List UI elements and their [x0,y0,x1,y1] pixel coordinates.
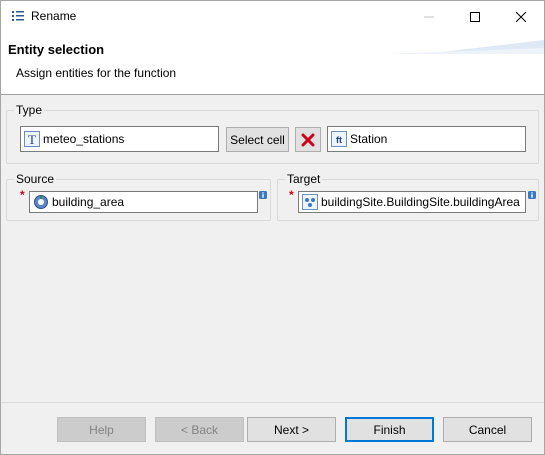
next-button[interactable]: Next > [247,417,336,442]
feature-type-icon: ft [331,131,347,147]
target-property-value: buildingSite.BuildingSite.buildingArea [321,195,520,209]
source-property-field[interactable]: building_area [29,191,258,213]
delete-icon [301,133,315,146]
rename-dialog: Rename Entity selection Assign entities … [0,0,545,455]
target-property-field[interactable]: buildingSite.BuildingSite.buildingArea [298,191,526,213]
svg-text:ft: ft [336,135,342,145]
target-required-marker: * [289,188,294,202]
source-property-value: building_area [52,195,125,209]
source-type-field[interactable]: T meteo_stations [20,126,219,152]
target-info-icon[interactable] [528,191,536,199]
source-group-label: Source [14,172,57,186]
page-description: Assign entities for the function [16,66,177,80]
help-button[interactable]: Help [57,417,146,442]
minimize-button[interactable] [406,1,452,32]
footer-separator [1,402,544,403]
remove-type-button[interactable] [295,127,321,152]
maximize-icon [470,11,480,22]
window-title: Rename [31,9,77,23]
close-button[interactable] [498,1,544,32]
maximize-button[interactable] [452,1,498,32]
source-info-icon[interactable] [259,191,267,199]
type-group-label: Type [14,103,45,117]
page-title: Entity selection [8,42,105,57]
cancel-button[interactable]: Cancel [443,417,532,442]
property-path-icon [302,194,318,210]
title-bar: Rename [1,1,544,32]
target-type-field[interactable]: ft Station [327,126,526,152]
svg-text:T: T [28,132,36,147]
wizard-header: Entity selection Assign entities for the… [1,32,544,95]
source-type-value: meteo_stations [43,132,125,146]
select-cell-button[interactable]: Select cell [226,127,289,152]
source-required-marker: * [20,188,25,202]
property-icon [34,195,48,209]
rename-function-icon [12,11,24,21]
target-type-value: Station [350,132,388,146]
target-group-label: Target [285,172,323,186]
finish-button[interactable]: Finish [345,417,434,442]
header-banner-graphic [384,40,544,54]
back-button[interactable]: < Back [155,417,244,442]
type-icon: T [24,131,40,147]
minimize-icon [424,16,434,17]
close-icon [516,11,526,22]
